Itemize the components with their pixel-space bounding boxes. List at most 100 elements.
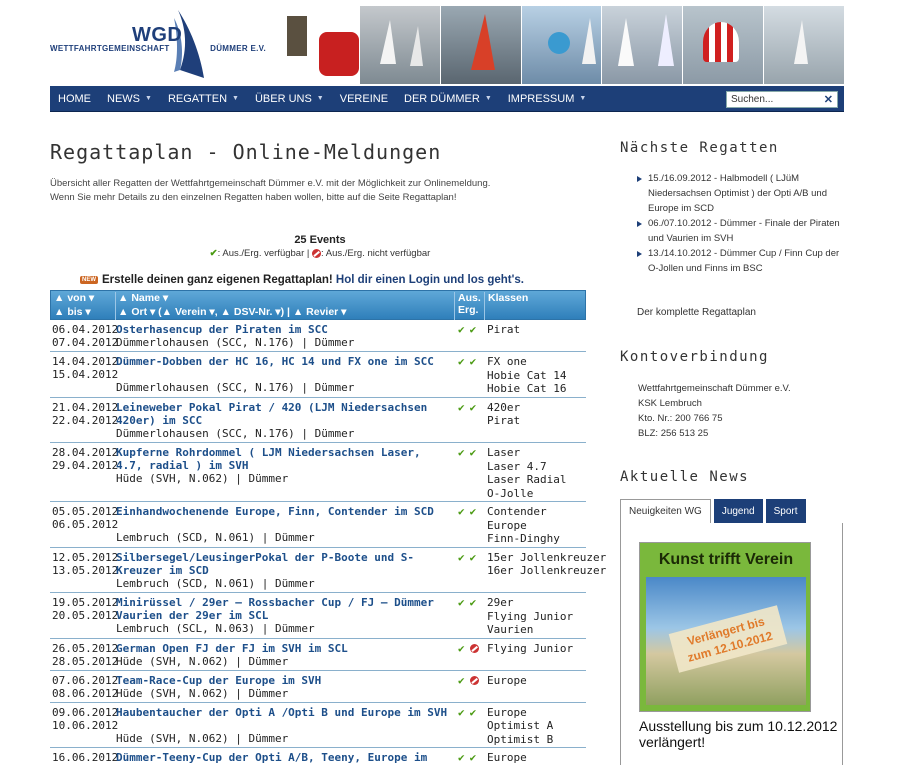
event-title-link[interactable]: Einhandwochenende Europe, Finn, Contende… xyxy=(116,505,450,518)
next-regattas-list: 15./16.09.2012 - Halbmodell ( LJüM Niede… xyxy=(634,171,849,276)
event-classes: Laser Laser 4.7 Laser Radial O-Jolle xyxy=(487,446,567,500)
event-title-link[interactable]: Leineweber Pokal Pirat / 420 (LJM Nieder… xyxy=(116,401,450,427)
check-icon[interactable]: ✔ xyxy=(470,323,477,336)
status-legend: ✔: Aus./Erg. verfügbar | : Aus./Erg. nic… xyxy=(209,248,431,259)
bank-details: Wettfahrtgemeinschaft Dümmer e.V. KSK Le… xyxy=(638,383,791,439)
nav-item-der-duemmer[interactable]: DER DÜMMER ▼ xyxy=(396,86,500,112)
date-to: 22.04.2012 xyxy=(52,413,119,427)
login-link[interactable]: Hol dir einen Login und los geht's. xyxy=(336,274,524,286)
event-title-link[interactable]: Dümmer-Dobben der HC 16, HC 14 und FX on… xyxy=(116,355,450,368)
nav-item-news[interactable]: NEWS ▼ xyxy=(99,86,160,112)
sort-von[interactable]: ▲ von ▾ xyxy=(54,292,94,304)
close-icon[interactable]: ✕ xyxy=(824,93,833,106)
nav-item-regatten[interactable]: REGATTEN ▼ xyxy=(160,86,247,112)
event-place: Dümmerlohausen (SCC, N.176) | Dümmer xyxy=(116,336,355,349)
news-tabs: Neuigkeiten WG Jugend Sport xyxy=(620,499,806,523)
event-classes: FX one Hobie Cat 14 Hobie Cat 16 xyxy=(487,355,567,395)
list-item[interactable]: 15./16.09.2012 - Halbmodell ( LJüM Niede… xyxy=(634,171,849,216)
table-header: ▲ von ▾ ▲ bis ▾ ▲ Name ▾ ▲ Ort ▾ (▲ Vere… xyxy=(50,290,586,320)
event-title-link[interactable]: Dümmer-Teeny-Cup der Opti A/B, Teeny, Eu… xyxy=(116,751,450,765)
check-icon[interactable]: ✔ xyxy=(470,401,477,414)
event-classes: Europe Optimist A Optimist B xyxy=(487,705,554,746)
sort-ort[interactable]: ▲ Ort ▾ (▲ Verein ▾, ▲ DSV-Nr. ▾) | ▲ Re… xyxy=(118,306,346,318)
nav-item-home[interactable]: HOME xyxy=(50,86,99,112)
new-badge: NEW xyxy=(80,275,98,284)
banner-photo xyxy=(602,6,683,84)
nav-item-impressum[interactable]: IMPRESSUM ▼ xyxy=(500,86,595,112)
check-icon[interactable]: ✔ xyxy=(458,642,465,655)
event-dates: 09.06.2012 10.06.2012 xyxy=(52,706,118,732)
status-icons: ✔ ✔ xyxy=(458,706,476,719)
event-title-link[interactable]: Silbersegel/LeusingerPokal der P-Boote u… xyxy=(116,551,450,577)
check-icon[interactable]: ✔ xyxy=(470,505,477,518)
nav-item-vereine[interactable]: VEREINE xyxy=(332,86,396,112)
check-icon[interactable]: ✔ xyxy=(470,551,477,564)
event-place: Hüde (SVH, N.062) | Dümmer xyxy=(116,686,289,700)
site-logo[interactable]: WGD WETTFAHRTGEMEINSCHAFT DÜMMER E.V. xyxy=(50,6,280,84)
check-icon[interactable]: ✔ xyxy=(458,551,465,564)
event-title-link[interactable]: German Open FJ der FJ im SVH im SCL xyxy=(116,642,450,655)
tab-jugend[interactable]: Jugend xyxy=(713,499,763,523)
table-row: 19.05.2012 20.05.2012 Minirüssel / 29er – … xyxy=(50,593,586,639)
check-icon[interactable]: ✔ xyxy=(458,505,465,518)
event-place: Lembruch (SCD, N.061) | Dümmer xyxy=(116,531,315,544)
login-promo: NEW Erstelle deinen ganz eigenen Regattap… xyxy=(80,274,524,286)
event-classes: Europe xyxy=(487,673,527,687)
check-icon[interactable]: ✔ xyxy=(470,706,477,719)
check-icon[interactable]: ✔ xyxy=(458,674,465,687)
check-icon[interactable]: ✔ xyxy=(458,355,465,368)
event-dates: 14.04.2012 15.04.2012 xyxy=(52,355,118,381)
check-icon[interactable]: ✔ xyxy=(470,751,477,764)
check-icon[interactable]: ✔ xyxy=(458,446,465,459)
list-item[interactable]: 13./14.10.2012 - Dümmer Cup / Finn Cup d… xyxy=(634,246,849,276)
date-to: 10.06.2012 xyxy=(52,718,119,732)
date-to: 07.04.2012 xyxy=(52,336,119,349)
event-place: Hüde (SVH, N.062) | Dümmer xyxy=(116,654,289,668)
date-to: 29.04.2012 xyxy=(52,459,119,472)
date-from: 05.05.2012 xyxy=(52,505,119,518)
check-icon[interactable]: ✔ xyxy=(458,706,465,719)
list-item[interactable]: 06./07.10.2012 - Dümmer - Finale der Pir… xyxy=(634,216,849,246)
event-title-link[interactable]: Kupferne Rohrdommel ( LJM Niedersachsen … xyxy=(116,446,450,472)
event-title-link[interactable]: Haubentaucher der Opti A /Opti B und Eur… xyxy=(116,706,450,719)
main-navigation: HOME NEWS ▼ REGATTEN ▼ ÜBER UNS ▼ VEREINE D… xyxy=(50,86,844,112)
date-from: 06.04.2012 xyxy=(52,323,119,336)
event-classes: 15er Jollenkreuzer 16er Jollenkreuzer xyxy=(487,550,607,578)
event-classes: Flying Junior xyxy=(487,641,574,655)
tab-sport[interactable]: Sport xyxy=(765,499,806,523)
banner-photo xyxy=(521,6,602,84)
date-to: 20.05.2012 xyxy=(52,609,119,622)
chevron-down-icon: ▼ xyxy=(316,95,324,102)
sort-bis[interactable]: ▲ bis ▾ xyxy=(54,306,91,318)
search-input[interactable]: Suchen... ✕ xyxy=(726,91,838,108)
unavailable-icon xyxy=(469,644,479,653)
table-row: 12.05.2012 13.05.2012 Silbersegel/Leusinge… xyxy=(50,548,606,593)
check-icon[interactable]: ✔ xyxy=(470,355,477,368)
full-plan-link[interactable]: Der komplette Regattaplan xyxy=(637,307,756,318)
event-dates: 12.05.2012 13.05.2012 xyxy=(52,551,118,577)
check-icon[interactable]: ✔ xyxy=(458,596,465,609)
check-icon[interactable]: ✔ xyxy=(458,401,465,414)
check-icon[interactable]: ✔ xyxy=(458,751,465,764)
status-icons: ✔ ✔ xyxy=(458,323,476,336)
table-row: 09.06.2012 10.06.2012 Haubentaucher der Op… xyxy=(50,703,586,748)
news-caption[interactable]: Ausstellung bis zum 10.12.2012 verlänger… xyxy=(639,718,839,750)
intro-text: Wenn Sie mehr Details zu den einzelnen R… xyxy=(50,192,457,203)
event-classes: 29er Flying Junior Vaurien xyxy=(487,596,574,636)
banner-photo xyxy=(279,6,359,84)
status-icons: ✔ ✔ xyxy=(458,751,476,764)
events-count: 25 Events xyxy=(294,234,346,246)
nav-item-ueber-uns[interactable]: ÜBER UNS ▼ xyxy=(247,86,332,112)
tab-neuigkeiten[interactable]: Neuigkeiten WG xyxy=(620,499,711,523)
check-icon[interactable]: ✔ xyxy=(458,323,465,336)
event-title-link[interactable]: Minirüssel / 29er – Rossbacher Cup / FJ … xyxy=(116,596,450,622)
news-poster[interactable]: Kunst trifft Verein Verlängert bis zum 1… xyxy=(639,542,811,712)
check-icon[interactable]: ✔ xyxy=(470,446,477,459)
event-dates: 05.05.2012 06.05.2012 xyxy=(52,505,118,531)
event-title-link[interactable]: Team-Race-Cup der Europe im SVH xyxy=(116,674,450,687)
event-dates: 21.04.2012 22.04.2012 xyxy=(52,401,118,427)
header-klassen: Klassen xyxy=(484,292,528,320)
event-title-link[interactable]: Osterhasencup der Piraten im SCC xyxy=(116,323,450,336)
chevron-down-icon: ▼ xyxy=(232,95,239,102)
check-icon[interactable]: ✔ xyxy=(470,596,477,609)
